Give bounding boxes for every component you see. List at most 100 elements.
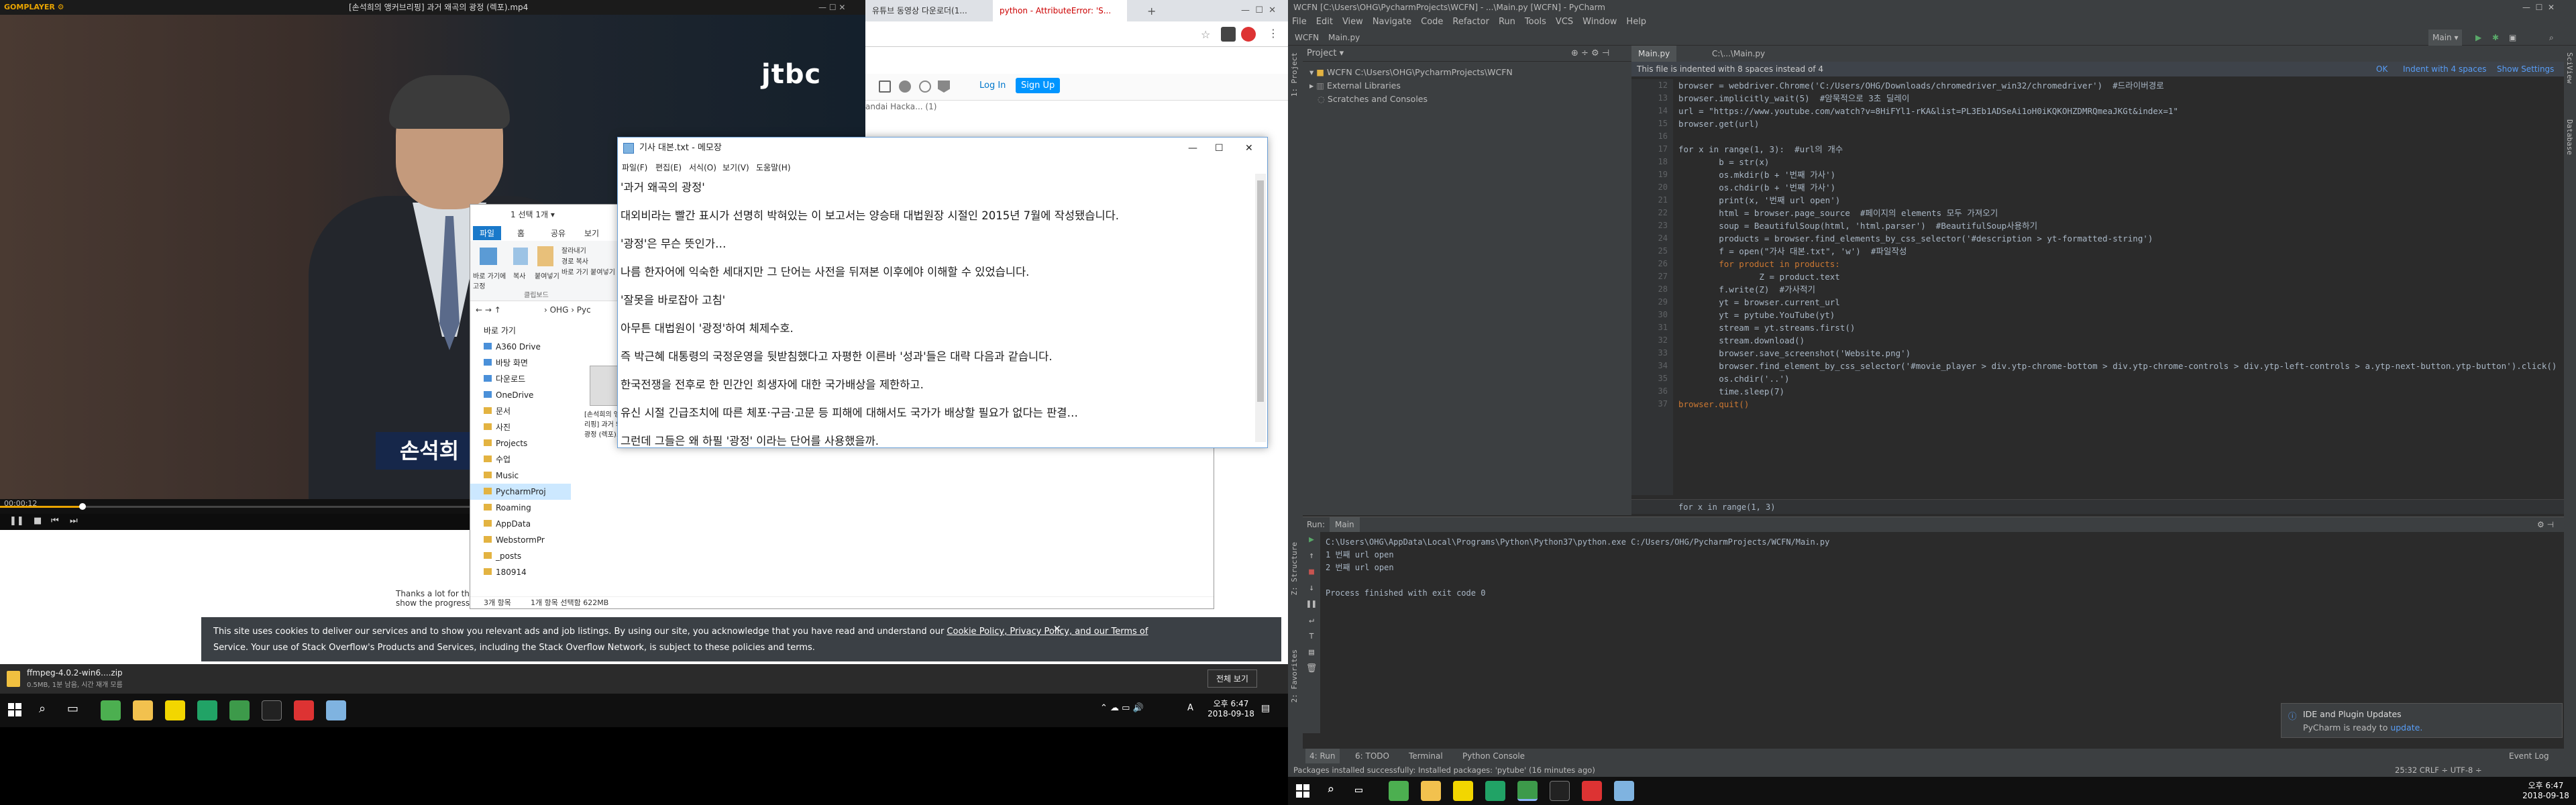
app-icon[interactable] [197, 700, 217, 720]
nav-file[interactable]: Main.py [1328, 30, 1360, 46]
nav-item[interactable]: WebstormPr [470, 532, 571, 548]
task-view-icon[interactable]: ▭ [67, 702, 78, 716]
kakaotalk-icon[interactable] [1453, 781, 1473, 801]
menu-tools[interactable]: Tools [1525, 17, 1546, 27]
browser-tab-python[interactable]: python - AttributeError: 'S... [993, 0, 1127, 21]
notepad-taskbar-icon[interactable] [326, 700, 346, 720]
ime-indicator[interactable]: A [1187, 703, 1193, 713]
kakaotalk-icon[interactable] [165, 700, 185, 720]
next-icon[interactable]: ⏭ [70, 516, 78, 526]
terminal-icon[interactable] [1550, 781, 1570, 801]
tab-main-external[interactable]: C:\...\Main.py [1705, 46, 1772, 62]
nav-item[interactable]: PycharmProj [470, 484, 571, 500]
pin-icon[interactable] [480, 248, 497, 265]
project-view-select[interactable]: Project ▾ [1307, 46, 1344, 62]
console-output[interactable]: C:\Users\OHG\AppData\Local\Programs\Pyth… [1326, 536, 2533, 731]
window-controls[interactable]: — ☐ ✕ [2522, 0, 2555, 15]
inbox-icon[interactable] [879, 80, 891, 93]
ribbon-tab-share[interactable]: 공유 [551, 227, 566, 239]
banner-show-settings[interactable]: Show Settings [2497, 62, 2554, 76]
wrap-icon[interactable]: ↵ [1303, 612, 1320, 629]
down-icon[interactable]: ↓ [1303, 580, 1320, 596]
code-area[interactable]: browser = webdriver.Chrome('C:/Users/OHG… [1678, 79, 2557, 495]
quick-access[interactable]: 바로 가기 [470, 323, 571, 339]
menu-format[interactable]: 서식(O) [689, 162, 716, 173]
status-right[interactable]: 25:32 CRLF ÷ UTF-8 ÷ [2395, 763, 2482, 777]
nav-project[interactable]: WCFN [1295, 30, 1319, 46]
stop-icon[interactable]: ■ [34, 516, 42, 526]
review-icon[interactable] [938, 80, 950, 93]
nav-item[interactable]: 사진 [470, 419, 571, 435]
search-everywhere-icon[interactable]: ⌕ [2549, 30, 2554, 46]
status-message[interactable]: Packages installed successfully: Install… [1293, 763, 1595, 777]
notification-icon[interactable]: ▤ [1261, 703, 1270, 714]
menu-help[interactable]: Help [1626, 17, 1646, 27]
nav-item[interactable]: _posts [470, 548, 571, 564]
tree-external-libs[interactable]: ▸ ▥ External Libraries [1309, 79, 1513, 93]
gom-icon[interactable] [294, 700, 314, 720]
copy-icon[interactable] [513, 248, 528, 265]
scroll-thumb[interactable] [1257, 180, 1264, 402]
terminal-icon[interactable] [262, 700, 282, 720]
search-icon[interactable]: ⌕ [39, 702, 46, 716]
notepad-text-area[interactable]: '과거 왜곡의 광정' 대외비라는 빨간 표시가 선명히 박혀있는 이 보고서는 … [621, 174, 1254, 447]
show-all-button[interactable]: 전체 보기 [1208, 669, 1257, 688]
banner-ok[interactable]: OK [2376, 62, 2387, 76]
maximize-icon[interactable]: ☐ [1215, 138, 1224, 159]
favorites-tool-tab[interactable]: 2: Favorites [1290, 649, 1299, 702]
ribbon-tab-home[interactable]: 홈 [517, 227, 525, 239]
menu-help[interactable]: 도움말(H) [756, 162, 791, 173]
up-icon[interactable]: ↑ [1303, 548, 1320, 564]
structure-tool-tab[interactable]: Z: Structure [1290, 542, 1299, 595]
start-icon[interactable] [8, 703, 21, 716]
print-icon[interactable]: ▤ [1303, 645, 1320, 661]
pause-run-icon[interactable]: ❚❚ [1303, 596, 1320, 612]
menu-view[interactable]: View [1342, 17, 1363, 27]
nav-item[interactable]: 수업 [470, 451, 571, 468]
menu-vcs[interactable]: VCS [1556, 17, 1573, 27]
ribbon-label[interactable]: 잘라내기 [561, 245, 586, 255]
achievements-icon[interactable] [899, 80, 911, 93]
paste-icon[interactable] [537, 246, 553, 266]
run-tab-main[interactable]: Main [1330, 517, 1360, 532]
run-settings-icon[interactable]: ⚙ ⊣ [2537, 517, 2554, 532]
notepad-taskbar-icon[interactable] [1614, 781, 1634, 801]
menu-file[interactable]: 파일(F) [622, 162, 647, 173]
tree-root[interactable]: ▾ ■ WCFN C:\Users\OHG\PycharmProjects\WC… [1309, 66, 1513, 79]
nav-item[interactable]: A360 Drive [470, 339, 571, 355]
extension-icon[interactable] [1221, 27, 1236, 42]
menu-run[interactable]: Run [1499, 17, 1515, 27]
app-icon[interactable] [1485, 781, 1505, 801]
profile-icon[interactable] [1241, 27, 1256, 42]
banner-indent[interactable]: Indent with 4 spaces [2403, 62, 2486, 76]
run-config-select[interactable]: Main ▾ [2428, 30, 2463, 46]
task-view-icon[interactable]: ▭ [1355, 783, 1362, 797]
nav-item[interactable]: Roaming [470, 500, 571, 516]
minimize-icon[interactable]: — [1188, 138, 1197, 159]
notif-update-link[interactable]: update. [2390, 722, 2422, 733]
pin-icon[interactable]: ⊤ [1303, 629, 1320, 645]
project-tool-tab[interactable]: 1: Project [1290, 52, 1299, 97]
close-icon[interactable]: ✕ [1245, 138, 1253, 159]
gom-icon[interactable] [1582, 781, 1602, 801]
coverage-icon[interactable]: ▣ [2509, 30, 2516, 46]
window-controls[interactable]: — ☐ ✕ [1241, 0, 1288, 21]
tool-tab-event-log[interactable]: Event Log [2509, 749, 2549, 763]
menu-file[interactable]: File [1292, 17, 1307, 27]
start-icon[interactable] [1296, 784, 1309, 798]
ribbon-label[interactable]: 바로 가기 붙여넣기 [561, 266, 615, 276]
nav-item[interactable]: Projects [470, 435, 571, 451]
stop-run-icon[interactable]: ■ [1303, 564, 1320, 580]
menu-view[interactable]: 보기(V) [722, 162, 749, 173]
folder-icon[interactable] [133, 700, 153, 720]
update-notification[interactable]: ⓘ IDE and Plugin Updates PyCharm is read… [2281, 703, 2563, 738]
menu-refactor[interactable]: Refactor [1452, 17, 1489, 27]
pause-icon[interactable]: ❚❚ [9, 516, 24, 526]
nav-item[interactable]: AppData [470, 516, 571, 532]
nav-item[interactable]: Music [470, 468, 571, 484]
gom-window-controls[interactable]: — ☐ ✕ [818, 0, 845, 15]
help-icon[interactable] [919, 80, 931, 93]
new-tab-icon[interactable]: + [1147, 5, 1161, 18]
rerun-icon[interactable]: ▶ [1303, 532, 1320, 548]
tree-scratches[interactable]: ◌ Scratches and Consoles [1309, 93, 1513, 106]
